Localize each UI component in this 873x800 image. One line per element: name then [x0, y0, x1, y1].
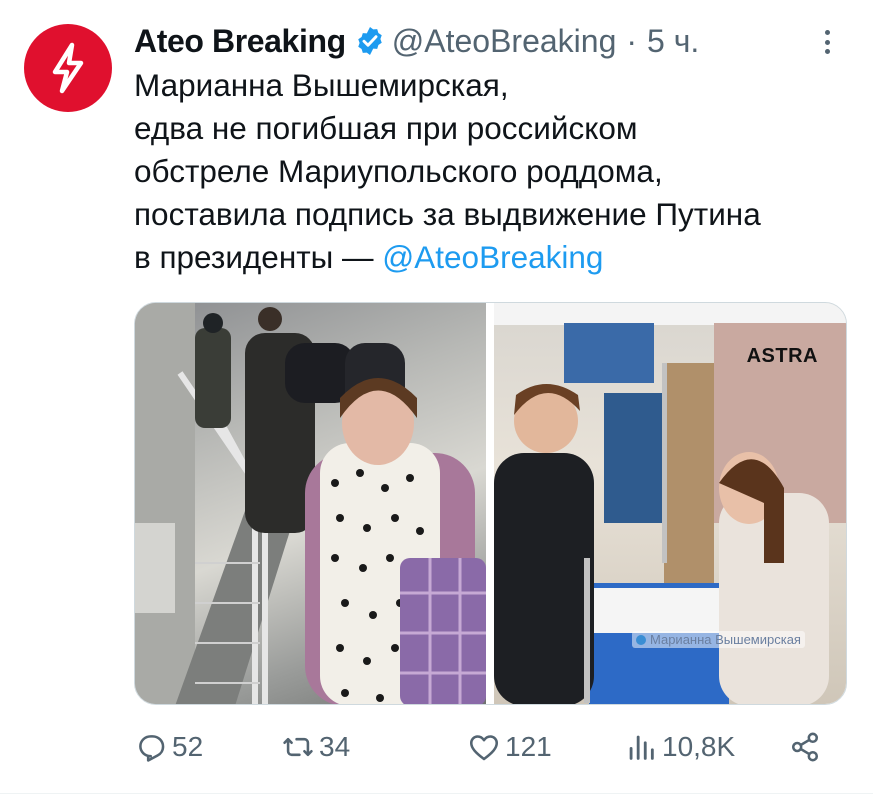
reply-button[interactable]: 52: [134, 722, 203, 772]
share-icon: [791, 732, 819, 762]
mention-link[interactable]: @AteoBreaking: [382, 239, 603, 275]
reply-icon: [139, 735, 165, 762]
views-button[interactable]: 10,8K: [624, 722, 735, 772]
tweet-text-line: Марианна Вышемирская,: [134, 67, 509, 103]
photo-maternity-hospital[interactable]: [135, 303, 486, 704]
like-button[interactable]: 121: [467, 722, 552, 772]
avatar[interactable]: [24, 24, 112, 112]
tweet-timestamp[interactable]: 5 ч.: [647, 23, 699, 60]
more-dots-icon[interactable]: [812, 24, 842, 60]
tweet-header: Ateo Breaking @AteoBreaking · 5 ч.: [134, 20, 699, 62]
heart-icon: [469, 735, 499, 761]
views-chart-icon: [629, 735, 654, 760]
tweet-text: Марианна Вышемирская, едва не погибшая п…: [134, 64, 854, 279]
photo-label-astra: ASTRA: [746, 345, 818, 367]
retweet-icon: [283, 737, 313, 757]
divider: [0, 793, 873, 794]
like-count: 121: [505, 731, 552, 762]
views-count: 10,8K: [662, 731, 736, 762]
author-handle[interactable]: @AteoBreaking: [392, 23, 617, 60]
reply-count: 52: [172, 731, 204, 762]
photo-signing-petition[interactable]: ASTRA Марианна Вышемирская: [494, 303, 846, 704]
retweet-count: 34: [319, 731, 351, 762]
tweet-actions-bar: 52 34 121 10,8K: [134, 722, 834, 772]
header-separator: ·: [626, 22, 638, 59]
tweet-card[interactable]: Ateo Breaking @AteoBreaking · 5 ч. Мариа…: [0, 0, 873, 800]
tweet-text-line: едва не погибшая при российском: [134, 110, 638, 146]
share-button[interactable]: [788, 722, 826, 772]
tweet-text-tail: в президенты —: [134, 239, 383, 275]
tweet-text-line: обстреле Мариупольского роддома,: [134, 153, 663, 189]
verified-badge-icon: [358, 27, 382, 55]
photo-watermark: Марианна Вышемирская: [632, 631, 805, 648]
tweet-text-last-line: в президенты — @AteoBreaking: [134, 236, 854, 279]
author-name[interactable]: Ateo Breaking: [134, 23, 346, 60]
lightning-bolt-icon: [52, 42, 84, 94]
retweet-button[interactable]: 34: [281, 722, 350, 772]
media-grid[interactable]: ASTRA Марианна Вышемирская: [134, 302, 847, 705]
photo-left-illustration: [135, 303, 486, 704]
tweet-text-line: поставила подпись за выдвижение Путина: [134, 196, 761, 232]
